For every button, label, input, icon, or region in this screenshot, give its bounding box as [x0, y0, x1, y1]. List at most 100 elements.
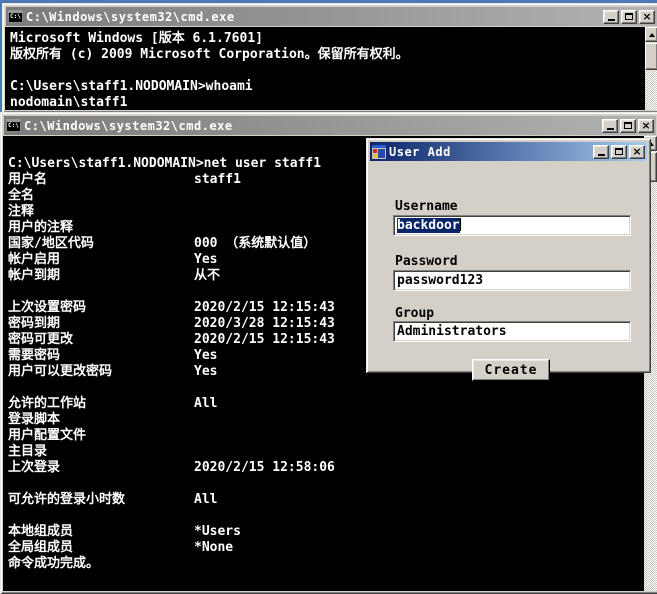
cmd-window-top-titlebar[interactable]: C:\ C:\Windows\system32\cmd.exe × — [6, 7, 657, 26]
terminal-line-value: *Users — [194, 524, 241, 539]
terminal-line-value: 000 （系统默认值） — [194, 236, 317, 251]
cmd-window-bottom-titlebar[interactable]: C:\ C:\Windows\system32\cmd.exe × — [4, 116, 656, 135]
terminal-line: 可允许的登录小时数 All — [8, 492, 644, 508]
minimize-icon — [606, 128, 614, 130]
terminal-line: 全局组成员 *None — [8, 540, 644, 556]
terminal-line-label: 用户名 — [8, 172, 48, 187]
terminal-line: Microsoft Windows [版本 6.1.7601] — [10, 31, 645, 47]
terminal-line-label: 用户的注释 — [8, 220, 74, 235]
terminal-line: C:\Users\staff1.NODOMAIN>whoami — [10, 79, 645, 95]
terminal-line-label: 国家/地区代码 — [8, 236, 94, 251]
arrow-up-icon — [648, 32, 655, 37]
username-label: Username — [395, 199, 458, 214]
maximize-icon — [615, 148, 623, 155]
terminal-line-label: Microsoft Windows [版本 6.1.7601] — [10, 31, 263, 46]
desktop: { "colors": { "desktop": "#4d7ab5", "act… — [0, 0, 657, 594]
terminal-line-label: 版权所有 (c) 2009 Microsoft Corporation。保留所有… — [10, 47, 409, 62]
create-button[interactable]: Create — [472, 359, 550, 381]
password-label: Password — [395, 254, 458, 269]
maximize-icon — [625, 13, 633, 20]
terminal-line: 主目录 — [8, 444, 644, 460]
terminal-line: 版权所有 (c) 2009 Microsoft Corporation。保留所有… — [10, 47, 645, 63]
terminal-line: 用户配置文件 — [8, 428, 644, 444]
terminal-line-label: C:\Users\staff1.NODOMAIN>net user staff1 — [8, 156, 322, 171]
terminal-line-value: All — [194, 492, 218, 507]
terminal-line-label: 帐户启用 — [8, 252, 61, 267]
terminal-line-value: 从不 — [194, 268, 221, 283]
user-add-dialog-titlebar[interactable]: User Add × — [370, 142, 647, 161]
cmd-icon: C:\ — [6, 119, 21, 132]
terminal-line-value: *None — [194, 540, 234, 555]
terminal-line-label: 上次设置密码 — [8, 300, 87, 315]
close-icon: × — [632, 144, 642, 158]
minimize-button[interactable] — [603, 9, 619, 24]
terminal-line-label: 用户可以更改密码 — [8, 364, 113, 379]
terminal-line: nodomain\staff1 — [10, 95, 645, 110]
terminal-text: Microsoft Windows [版本 6.1.7601] 版权所有 (c) … — [5, 27, 645, 110]
close-icon: × — [641, 118, 651, 132]
terminal-line-value: 2020/2/15 12:58:06 — [194, 460, 335, 475]
close-icon: × — [642, 9, 652, 23]
terminal-line-value: Yes — [194, 348, 218, 363]
minimize-button[interactable] — [602, 118, 618, 133]
selected-text: backdoor — [397, 218, 460, 233]
maximize-button[interactable] — [621, 9, 637, 24]
username-field[interactable]: backdoor — [393, 215, 631, 236]
scroll-up-button[interactable] — [645, 27, 657, 42]
password-field[interactable]: password123 — [393, 270, 631, 291]
terminal-line: 本地组成员 *Users — [8, 524, 644, 540]
close-button[interactable]: × — [639, 9, 655, 24]
close-button[interactable]: × — [638, 118, 654, 133]
terminal-output-area[interactable]: Microsoft Windows [版本 6.1.7601] 版权所有 (c) … — [5, 27, 657, 110]
terminal-line-label: nodomain\staff1 — [10, 95, 128, 110]
cmd-icon: C:\ — [8, 10, 23, 23]
dialog-title: User Add — [389, 144, 451, 159]
terminal-line-value: Yes — [194, 364, 218, 379]
winform-icon — [372, 144, 386, 159]
terminal-line-value: Yes — [194, 252, 218, 267]
terminal-line-label: 登录脚本 — [8, 412, 61, 427]
terminal-line-label: 帐户到期 — [8, 268, 61, 283]
terminal-line-value: 2020/2/15 12:15:43 — [194, 300, 335, 315]
terminal-line-label: 可允许的登录小时数 — [8, 492, 126, 507]
window-title: C:\Windows\system32\cmd.exe — [24, 118, 233, 133]
vertical-scrollbar[interactable] — [645, 27, 657, 110]
terminal-line-label: 密码可更改 — [8, 332, 74, 347]
group-field[interactable]: Administrators — [393, 321, 631, 342]
terminal-line-value: staff1 — [194, 172, 241, 187]
maximize-button[interactable] — [611, 144, 627, 159]
group-label: Group — [395, 306, 435, 321]
terminal-line: 登录脚本 — [8, 412, 644, 428]
cmd-window-top: C:\ C:\Windows\system32\cmd.exe × Micros… — [2, 3, 657, 113]
terminal-line-label: 命令成功完成。 — [8, 556, 100, 571]
terminal-line-value: 2020/3/28 12:15:43 — [194, 316, 335, 331]
terminal-line-label: 用户配置文件 — [8, 428, 87, 443]
terminal-line-value: All — [194, 396, 218, 411]
terminal-line-label: 注释 — [8, 204, 35, 219]
dialog-body: Username backdoor Password password123 G… — [369, 162, 648, 381]
terminal-line-value: 2020/2/15 12:15:43 — [194, 332, 335, 347]
minimize-button[interactable] — [593, 144, 609, 159]
terminal-line-label: 允许的工作站 — [8, 396, 87, 411]
terminal-line: 命令成功完成。 — [8, 556, 644, 572]
terminal-line-label: 上次登录 — [8, 460, 61, 475]
terminal-line-label: 需要密码 — [8, 348, 61, 363]
maximize-button[interactable] — [620, 118, 636, 133]
terminal-line-label: 主目录 — [8, 444, 48, 459]
terminal-line-label: C:\Users\staff1.NODOMAIN>whoami — [10, 79, 253, 94]
close-button[interactable]: × — [629, 144, 645, 159]
terminal-line-label: 密码到期 — [8, 316, 61, 331]
maximize-icon — [624, 122, 632, 129]
scrollbar-thumb[interactable] — [645, 43, 657, 70]
minimize-icon — [607, 19, 615, 21]
text-caret — [459, 218, 461, 231]
terminal-line: 上次登录 2020/2/15 12:58:06 — [8, 460, 644, 476]
terminal-line: 允许的工作站 All — [8, 396, 644, 412]
window-title: C:\Windows\system32\cmd.exe — [26, 9, 235, 24]
user-add-dialog: User Add × Username backdoor Password pa… — [366, 138, 651, 381]
terminal-line-label: 全局组成员 — [8, 540, 74, 555]
